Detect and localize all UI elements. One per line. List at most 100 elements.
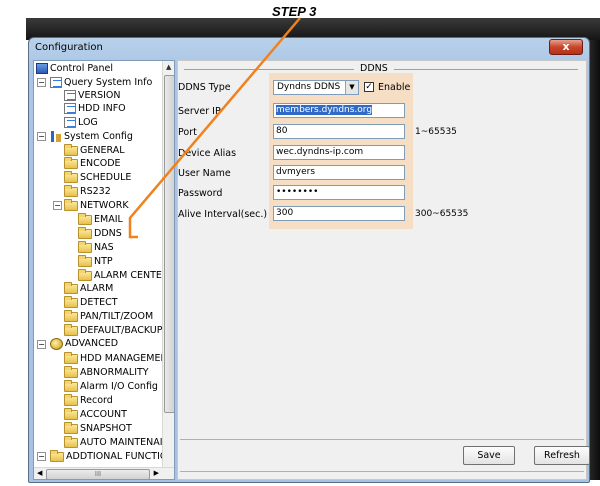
alive-interval-input[interactable]: 300 [273,206,405,221]
folder-icon [64,281,78,294]
folder-icon [64,295,78,308]
tree-item-version[interactable]: VERSION [64,89,121,102]
tree-item-hdd-management[interactable]: HDD MANAGEMEI [64,351,163,365]
advanced-gear-icon [50,337,63,350]
tree-item-pan-tilt-zoom[interactable]: PAN/TILT/ZOOM [64,309,153,323]
tree-item-account[interactable]: ACCOUNT [64,407,127,421]
tree-item-ddns[interactable]: DDNS [78,226,122,240]
collapse-icon[interactable]: − [37,78,46,87]
tree-item-general[interactable]: GENERAL [64,143,124,157]
tree-item-advanced[interactable]: ADVANCED [50,337,118,350]
folder-icon [64,407,78,420]
alive-interval-hint: 300~65535 [415,209,469,219]
folder-icon [78,254,92,267]
device-alias-input[interactable]: wec.dyndns-ip.com [273,145,405,160]
tree-item-system-config[interactable]: System Config [50,130,133,143]
folder-icon [64,421,78,434]
folder-icon [50,449,64,462]
bottom-divider-lower [180,471,584,472]
control-panel-icon [36,63,48,74]
folder-icon [78,212,92,225]
folder-icon [64,143,78,156]
scroll-right-icon[interactable]: ▶ [154,469,159,477]
scroll-up-icon[interactable]: ▲ [166,63,171,71]
folder-icon [64,379,78,392]
folder-icon [64,435,78,448]
tree-item-record[interactable]: Record [64,393,113,407]
tree-scroll-thumb[interactable] [164,75,174,413]
enable-checkbox[interactable]: ✓ [364,82,374,92]
tree-item-detect[interactable]: DETECT [64,295,118,309]
close-button[interactable]: x [549,39,583,55]
tree-item-network[interactable]: NETWORK [64,198,129,212]
tree-item-alarm[interactable]: ALARM [64,281,113,295]
ddns-settings-panel: DDNS DDNS Type Dyndns DDNS ▼ ✓ Enable Se… [177,60,590,480]
password-label: Password [178,188,223,199]
tree-item-auto-maintenance[interactable]: AUTO MAINTENAI [64,435,163,449]
folder-icon [64,393,78,406]
document-icon [64,90,76,101]
tree-item-nas[interactable]: NAS [78,240,114,254]
title-bar[interactable]: Configuration x [29,38,589,58]
folder-icon [78,268,92,281]
tree-item-snapshot[interactable]: SNAPSHOT [64,421,132,435]
username-label: User Name [178,168,231,179]
tree-item-control-panel[interactable]: Control Panel [36,62,113,75]
collapse-icon[interactable]: − [37,452,46,461]
server-ip-value: members.dyndns.org [276,105,373,115]
username-input[interactable]: dvmyers [273,165,405,180]
tree-item-query-system-info[interactable]: Query System Info [50,76,152,89]
port-label: Port [178,127,197,138]
device-alias-label: Device Alias [178,148,237,159]
tree-item-schedule[interactable]: SCHEDULE [64,170,131,184]
scroll-left-icon[interactable]: ◀ [37,469,42,477]
folder-icon [64,170,78,183]
tree-item-encode[interactable]: ENCODE [64,156,121,170]
folder-icon [64,323,78,336]
folder-icon [64,365,78,378]
tree-item-hdd-info[interactable]: HDD INFO [64,102,126,115]
alive-interval-label: Alive Interval(sec.) [178,209,268,220]
configuration-window: Configuration x Control Panel − Query Sy… [28,37,590,483]
port-input[interactable]: 80 [273,124,405,139]
tree-hscroll-thumb[interactable]: III [46,469,150,479]
collapse-icon[interactable]: − [53,201,62,210]
bottom-divider [180,439,584,440]
tree-item-log[interactable]: LOG [64,116,98,129]
folder-icon [64,184,78,197]
document-icon [64,117,76,128]
tree-item-abnormality[interactable]: ABNORMALITY [64,365,149,379]
tree-item-alarm-center[interactable]: ALARM CENTE [78,268,162,282]
collapse-icon[interactable]: − [37,340,46,349]
tree-item-additional-function[interactable]: ADDTIONAL FUNCTIC [50,449,167,463]
ddns-type-value: Dyndns DDNS [277,82,341,92]
folder-open-icon [64,198,78,211]
ddns-type-select[interactable]: Dyndns DDNS ▼ [273,80,359,95]
server-ip-input[interactable]: members.dyndns.org [273,103,405,118]
folder-icon [64,351,78,364]
server-ip-label: Server IP [178,106,221,117]
tree-horizontal-scrollbar[interactable]: ◀ III ▶ [34,467,174,479]
collapse-icon[interactable]: − [37,132,46,141]
refresh-button[interactable]: Refresh [534,446,590,465]
folder-icon [78,240,92,253]
tree-vertical-scrollbar[interactable]: ▲ [162,61,174,467]
ddns-type-label: DDNS Type [178,82,231,93]
save-button[interactable]: Save [463,446,515,465]
chevron-down-icon[interactable]: ▼ [345,81,358,94]
window-title: Configuration [35,42,103,53]
tree-item-default-backup[interactable]: DEFAULT/BACKUP [64,323,163,337]
port-hint: 1~65535 [415,127,457,137]
system-config-icon [50,131,62,142]
enable-label: Enable [378,82,411,93]
password-input[interactable]: •••••••• [273,185,405,200]
folder-icon [64,309,78,322]
tree-item-alarm-io-config[interactable]: Alarm I/O Config [64,379,158,393]
config-tree: Control Panel − Query System Info VERSIO… [33,60,175,480]
tree-item-rs232[interactable]: RS232 [64,184,111,198]
tree-item-email[interactable]: EMAIL [78,212,123,226]
info-icon [50,77,62,88]
document-icon [64,103,76,114]
folder-icon [64,156,78,169]
tree-item-ntp[interactable]: NTP [78,254,113,268]
